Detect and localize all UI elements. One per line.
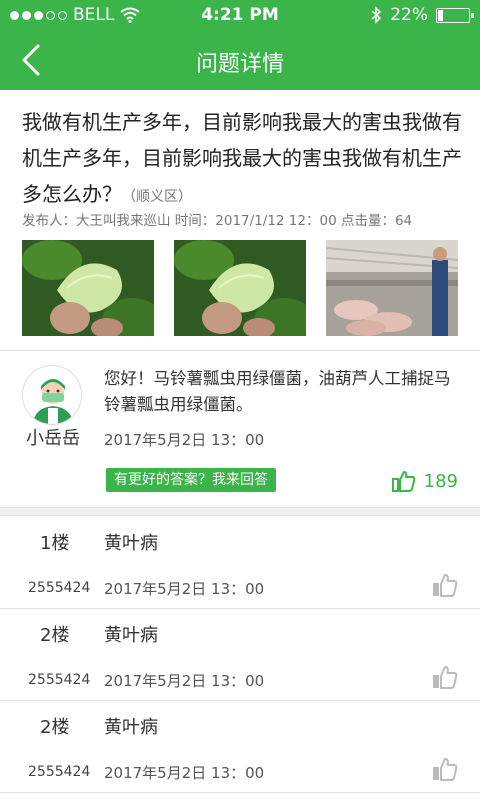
- thumbs-up-icon: [391, 471, 415, 492]
- status-right: 22%: [370, 5, 474, 25]
- answer-time: 2017年5月2日 13：00: [104, 431, 265, 449]
- question-photo[interactable]: [22, 240, 154, 336]
- section-divider: [0, 350, 480, 351]
- thumbs-up-icon[interactable]: [432, 757, 458, 781]
- better-answer-button[interactable]: 有更好的答案？我来回答: [106, 468, 276, 492]
- thumbs-up-icon[interactable]: [432, 573, 458, 597]
- reply-time: 2017年5月2日 13：00: [104, 764, 265, 782]
- reply-time: 2017年5月2日 13：00: [104, 672, 265, 690]
- reply-row: 2楼 黄叶病 2555424 2017年5月2日 13：00: [0, 701, 480, 793]
- reply-user-id: 2555424: [28, 764, 91, 780]
- like-button[interactable]: 189: [391, 470, 458, 492]
- reply-user-id: 2555424: [28, 580, 91, 596]
- reply-time: 2017年5月2日 13：00: [104, 580, 265, 598]
- question-location: （顺义区）: [122, 189, 192, 205]
- question-photo[interactable]: [326, 240, 458, 336]
- reply-content: 黄叶病: [104, 625, 158, 646]
- reply-floor: 2楼: [40, 625, 70, 646]
- reply-row: 2楼 黄叶病 2555424 2017年5月2日 13：00: [0, 609, 480, 701]
- bluetooth-icon: [371, 6, 382, 24]
- section-gap: [0, 507, 480, 516]
- battery-icon: [436, 7, 474, 23]
- answerer-name: 小岳岳: [26, 428, 80, 449]
- reply-content: 黄叶病: [104, 533, 158, 554]
- question-photo[interactable]: [174, 240, 306, 336]
- question-meta: 发布人：大王叫我来巡山 时间：2017/1/12 12：00 点击量：64: [22, 213, 413, 229]
- nav-bar: 问题详情: [0, 30, 480, 90]
- like-count: 189: [423, 470, 458, 492]
- reply-row: 1楼 黄叶病 2555424 2017年5月2日 13：00: [0, 517, 480, 609]
- answer-text: 您好！马铃薯瓢虫用绿僵菌，油葫芦人工捕捉马铃薯瓢虫用绿僵菌。: [104, 369, 451, 414]
- page-title: 问题详情: [195, 52, 284, 77]
- reply-user-id: 2555424: [28, 672, 91, 688]
- battery-percent: 22%: [390, 5, 428, 25]
- question-photos: [22, 240, 458, 336]
- reply-floor: 1楼: [40, 533, 70, 554]
- avatar[interactable]: [22, 365, 82, 425]
- reply-content: 黄叶病: [104, 717, 158, 738]
- reply-floor: 2楼: [40, 717, 70, 738]
- question-text: 我做有机生产多年，目前影响我最大的害虫我做有机生产多年，目前影响我最大的害虫我做…: [22, 104, 462, 215]
- thumbs-up-icon[interactable]: [432, 665, 458, 689]
- question-body: 我做有机生产多年，目前影响我最大的害虫我做有机生产多年，目前影响我最大的害虫我做…: [22, 110, 462, 206]
- status-bar: BELL 4:21 PM 22%: [0, 0, 480, 30]
